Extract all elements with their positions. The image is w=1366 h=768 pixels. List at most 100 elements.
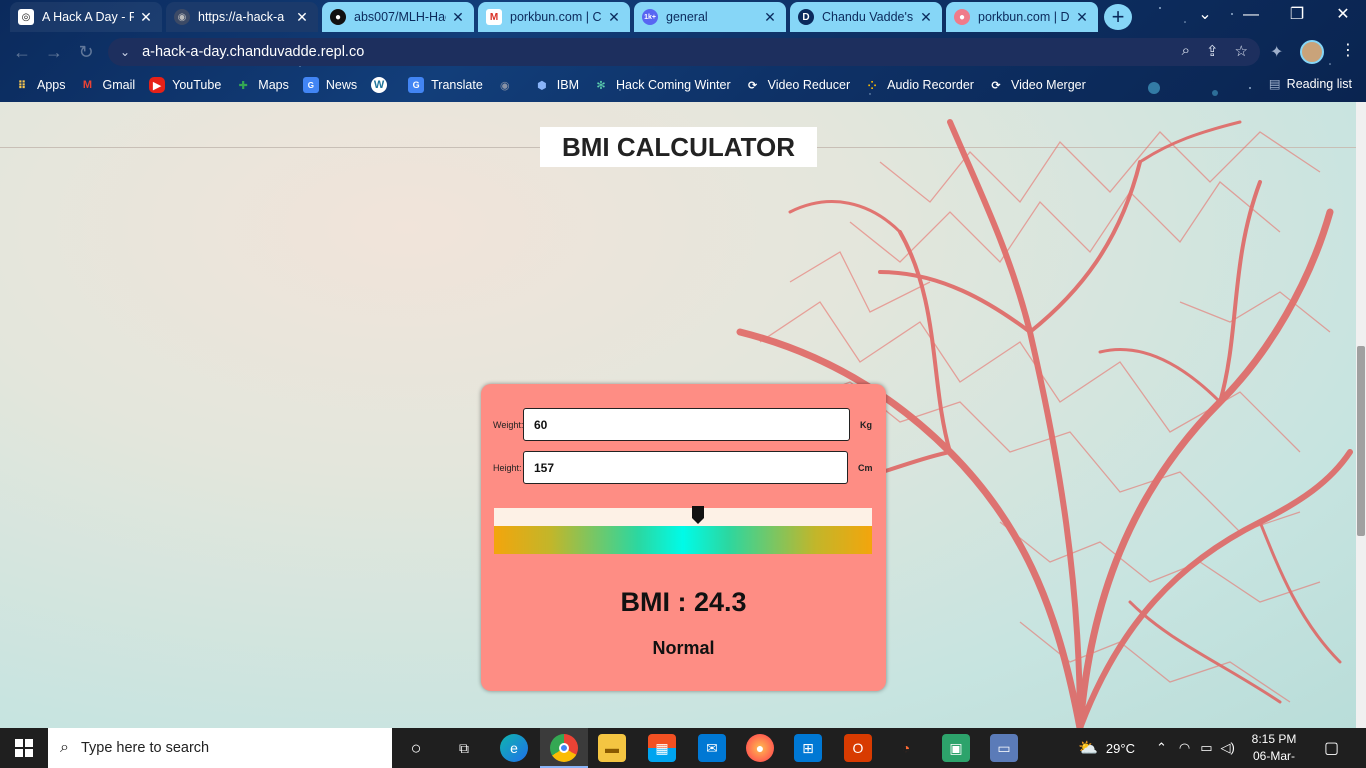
windows-taskbar: ⌕ Type here to search ○ ⧉ e ▬ ▦ ✉ ● ⊞ O … — [0, 728, 1366, 768]
refresh-icon: ⟳ — [748, 79, 758, 92]
obs-icon[interactable]: ◔ — [892, 734, 920, 762]
bookmark-globe[interactable]: ◉ — [497, 77, 520, 93]
bookmark-star-icon[interactable]: ☆ — [1235, 42, 1248, 60]
wifi-icon[interactable]: ◠ — [1179, 740, 1190, 756]
tab-4[interactable]: M porkbun.com | C ✕ — [478, 2, 630, 32]
bookmark-video-merger[interactable]: ⟳ Video Merger — [988, 77, 1085, 93]
partly-cloudy-icon: ⛅ — [1078, 740, 1098, 757]
minimize-button[interactable]: — — [1228, 0, 1274, 32]
edge-icon[interactable]: e — [500, 734, 528, 762]
globe-icon: ◉ — [499, 79, 510, 92]
zoom-icon[interactable]: ⌕ — [1182, 42, 1190, 60]
bookmark-apps[interactable]: ⠿ Apps — [14, 77, 66, 93]
page-title: BMI CALCULATOR — [540, 127, 817, 167]
tab-1[interactable]: ◎ A Hack A Day - R ✕ — [10, 2, 162, 32]
volume-icon[interactable]: ◁) — [1221, 740, 1235, 756]
reload-icon[interactable]: ↻ — [76, 42, 96, 62]
avatar[interactable] — [1300, 40, 1324, 64]
extensions-icon[interactable]: ✦ — [1270, 42, 1283, 62]
weight-unit: Kg — [860, 419, 872, 430]
maximize-button[interactable]: ❐ — [1274, 0, 1320, 32]
forward-icon[interactable]: → — [44, 42, 64, 62]
bookmark-ibm[interactable]: ⬢ IBM — [534, 77, 579, 93]
start-button[interactable] — [0, 728, 48, 768]
remote-desktop-icon[interactable]: ▭ — [990, 734, 1018, 762]
tab-3[interactable]: ● abs007/MLH-Hac ✕ — [322, 2, 474, 32]
replit-icon: ◎ — [18, 9, 34, 25]
dots-icon: ⁘ — [867, 79, 877, 92]
page-viewport: BMI CALCULATOR Weight: 60 Kg Height: 157… — [0, 102, 1356, 728]
bookmark-audio-recorder[interactable]: ⁘ Audio Recorder — [864, 77, 974, 93]
close-window-button[interactable]: ✕ — [1320, 0, 1366, 32]
translate-icon: G — [408, 77, 425, 93]
height-input[interactable]: 157 — [523, 451, 848, 484]
cortana-icon[interactable]: ○ — [402, 734, 430, 762]
dev-icon: D — [798, 9, 814, 25]
reading-list[interactable]: ▤ Reading list — [1268, 76, 1352, 92]
close-icon[interactable]: ✕ — [294, 9, 310, 26]
windows-logo-icon — [15, 739, 33, 757]
weather-widget[interactable]: ⛅ 29°C — [1078, 728, 1135, 768]
bmi-slider-track — [494, 506, 872, 526]
firefox-icon[interactable]: ● — [746, 734, 774, 762]
refresh-icon: ⟳ — [991, 79, 1001, 92]
weight-input[interactable]: 60 — [523, 408, 850, 441]
windows-app-icon[interactable]: ⊞ — [794, 734, 822, 762]
weight-row: Weight: 60 Kg — [493, 408, 872, 441]
bmi-gradient-bar — [494, 526, 872, 554]
chrome-icon[interactable] — [550, 734, 578, 762]
close-icon[interactable]: ✕ — [450, 9, 466, 26]
height-unit: Cm — [858, 462, 873, 473]
bookmark-translate[interactable]: G Translate — [408, 77, 483, 93]
scrollbar-thumb[interactable] — [1357, 346, 1365, 536]
bookmark-video-reducer[interactable]: ⟳ Video Reducer — [745, 77, 850, 93]
tab-2[interactable]: ◉ https://a-hack-a ✕ — [166, 2, 318, 32]
address-bar[interactable]: ⌄ a-hack-a-day.chanduvadde.repl.co ⌕ ⇪ ☆ — [108, 38, 1260, 66]
reading-list-icon: ▤ — [1268, 77, 1281, 91]
taskbar-search[interactable]: ⌕ Type here to search — [48, 728, 392, 768]
browser-chrome: ◎ A Hack A Day - R ✕ ◉ https://a-hack-a … — [0, 0, 1366, 102]
notifications-icon[interactable]: ▢ — [1324, 728, 1339, 768]
apps-grid-icon: ⠿ — [17, 79, 27, 92]
tab-strip: ◎ A Hack A Day - R ✕ ◉ https://a-hack-a … — [0, 0, 1366, 34]
new-tab-button[interactable]: + — [1104, 4, 1132, 30]
bookmarks-bar: ⠿ Apps M Gmail ▶ YouTube ✚ Maps G News W… — [0, 70, 1366, 100]
gmail-icon: M — [486, 9, 502, 25]
tab-7[interactable]: ● porkbun.com | D ✕ — [946, 2, 1098, 32]
close-icon[interactable]: ✕ — [918, 9, 934, 26]
tab-search-icon[interactable]: ⌄ — [1182, 0, 1228, 32]
chevron-down-icon[interactable]: ⌄ — [120, 45, 130, 59]
bookmark-maps[interactable]: ✚ Maps — [235, 77, 289, 93]
bookmark-gmail[interactable]: M Gmail — [80, 77, 135, 93]
height-label: Height: — [493, 462, 522, 473]
tab-6[interactable]: D Chandu Vadde's ✕ — [790, 2, 942, 32]
battery-icon[interactable]: ▭ — [1200, 740, 1212, 756]
bookmark-wordpress[interactable]: W — [371, 77, 394, 93]
file-explorer-icon[interactable]: ▬ — [598, 734, 626, 762]
globe-icon: ◉ — [174, 9, 190, 25]
menu-icon[interactable]: ⋮ — [1340, 40, 1356, 60]
office-icon[interactable]: O — [844, 734, 872, 762]
bookmark-news[interactable]: G News — [302, 77, 357, 93]
bookmark-youtube[interactable]: ▶ YouTube — [149, 77, 221, 93]
close-icon[interactable]: ✕ — [138, 9, 154, 26]
task-view-icon[interactable]: ⧉ — [450, 734, 478, 762]
screen-recorder-icon[interactable]: ▣ — [942, 734, 970, 762]
close-icon[interactable]: ✕ — [606, 9, 622, 26]
url-text: a-hack-a-day.chanduvadde.repl.co — [142, 44, 365, 60]
tab-5[interactable]: 1k+ general ✕ — [634, 2, 786, 32]
snowflake-icon: ✻ — [596, 79, 606, 92]
share-icon[interactable]: ⇪ — [1206, 42, 1219, 60]
close-icon[interactable]: ✕ — [1074, 9, 1090, 26]
bookmark-hack-coming-winter[interactable]: ✻ Hack Coming Winter — [593, 77, 730, 93]
microsoft-store-icon[interactable]: ▦ — [648, 734, 676, 762]
mail-icon[interactable]: ✉ — [698, 734, 726, 762]
discord-icon: 1k+ — [642, 9, 658, 25]
gmail-icon: M — [82, 79, 93, 91]
back-icon[interactable]: ← — [12, 42, 32, 62]
taskbar-clock[interactable]: 8:15 PM 06-Mar-22 — [1248, 731, 1300, 768]
search-icon: ⌕ — [60, 739, 69, 756]
chevron-up-icon[interactable]: ⌃ — [1156, 740, 1167, 756]
close-icon[interactable]: ✕ — [762, 9, 778, 26]
maps-icon: ✚ — [238, 79, 248, 92]
